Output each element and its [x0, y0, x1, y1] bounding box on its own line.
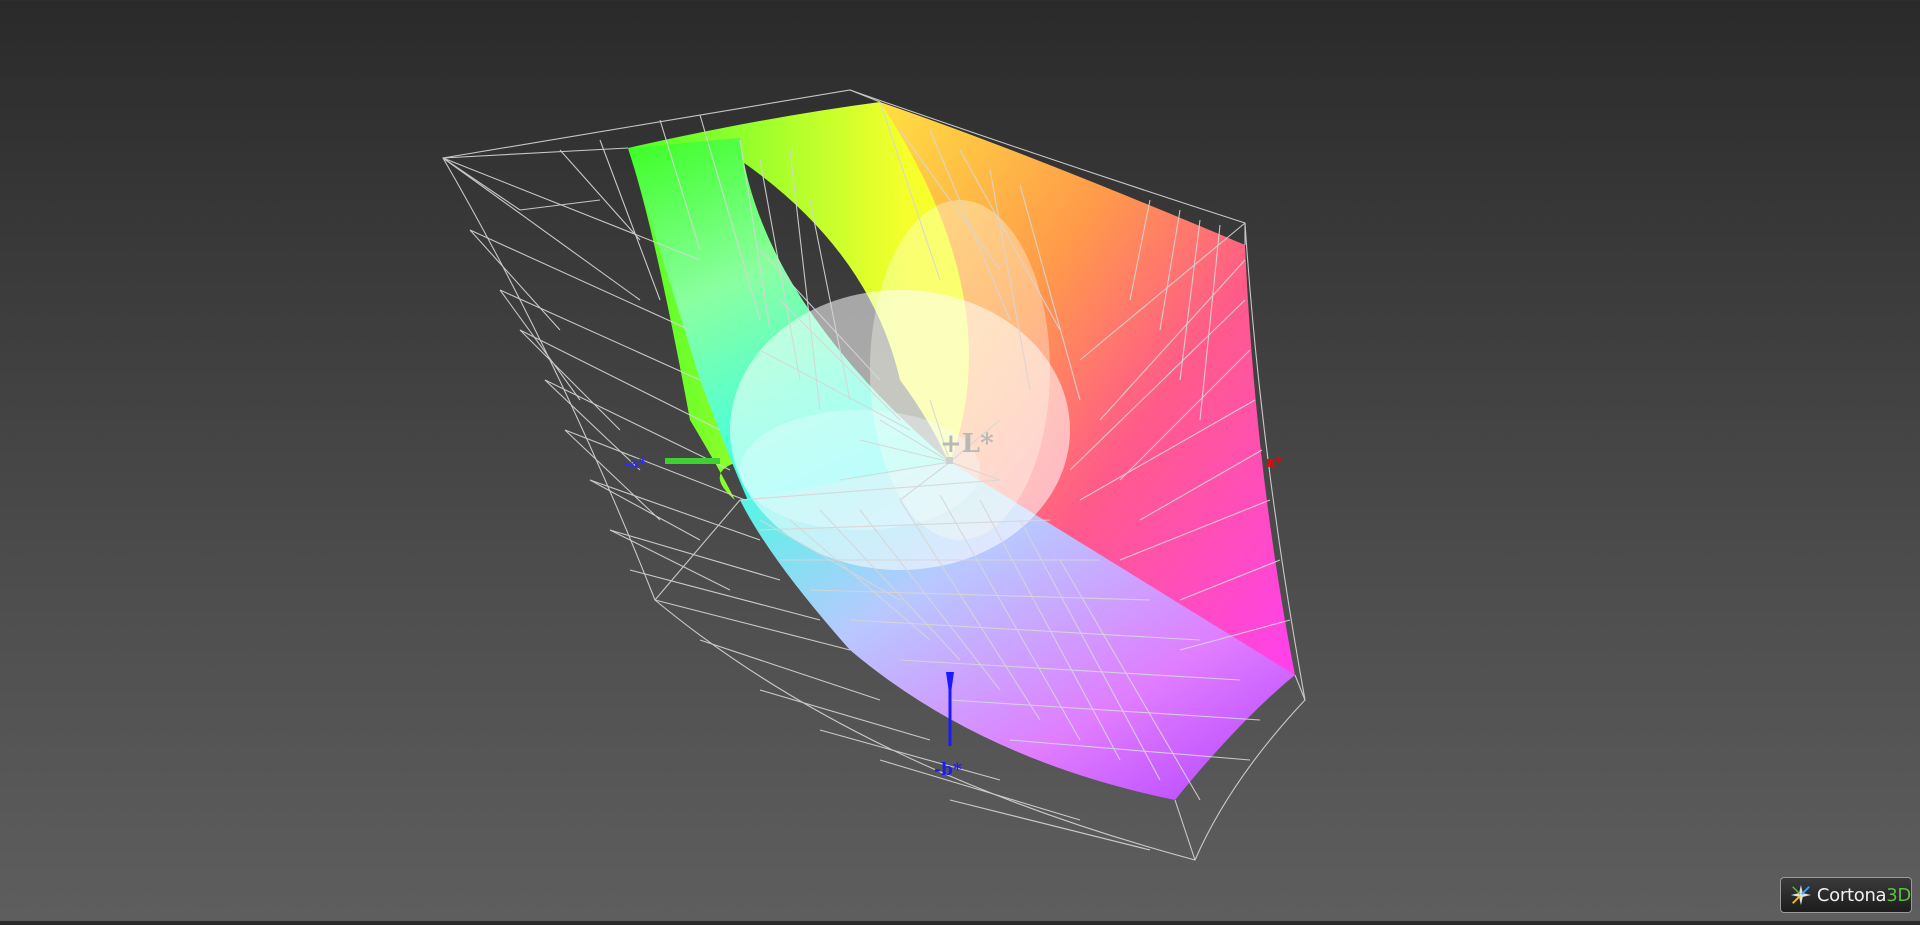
a-minus-label: -a*	[624, 456, 647, 472]
cortona-star-icon	[1790, 884, 1812, 906]
gamut-scene: +L* -a* a* -b*	[442, 89, 1306, 861]
b-minus-label: -b*	[934, 760, 962, 780]
cortona3d-logo[interactable]: Cortona3D	[1780, 877, 1912, 913]
logo-brand-suffix: 3D	[1886, 884, 1911, 906]
a-plus-label: a*	[1266, 455, 1283, 471]
logo-brand-text: Cortona	[1816, 884, 1887, 906]
3d-viewport[interactable]: +L* -a* a* -b*	[0, 0, 1920, 921]
l-plus-label: +L*	[940, 429, 994, 459]
